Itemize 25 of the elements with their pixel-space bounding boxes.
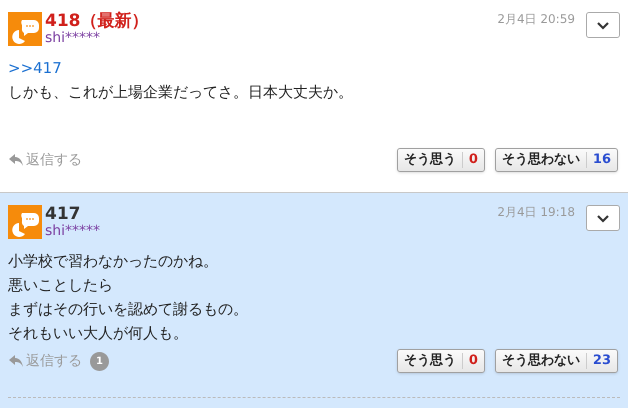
comment-number: 417 <box>45 205 82 223</box>
vote-button[interactable]: そう思う 0 <box>396 349 485 373</box>
username[interactable]: shi***** <box>45 30 148 46</box>
username[interactable]: shi***** <box>45 223 100 239</box>
reply-count-badge: 1 <box>90 352 109 370</box>
comment-text: 悪いことしたら <box>8 275 114 296</box>
chevron-down-icon <box>596 214 610 222</box>
comment-number: 418（最新） <box>45 12 148 30</box>
comment-text: 小学校で習わなかったのかね。 <box>8 251 219 272</box>
menu-dropdown-button[interactable] <box>586 205 620 231</box>
comment-text: それもいい大人が何人も。 <box>8 323 189 344</box>
chevron-down-icon <box>596 20 610 30</box>
post-date: 2月4日 19:18 <box>497 204 575 221</box>
post-date: 2月4日 20:59 <box>497 11 575 28</box>
reply-arrow-icon <box>8 153 24 167</box>
vote-button[interactable]: そう思わない 16 <box>494 148 618 172</box>
comment-text: しかも、これが上場企業だってさ。日本大丈夫か。 <box>8 82 354 103</box>
avatar-icon <box>8 205 42 239</box>
vote-button[interactable]: そう思う 0 <box>396 148 485 172</box>
reply-arrow-icon <box>8 354 24 368</box>
avatar-icon <box>8 12 42 46</box>
comment-text: まずはその行いを認めて謝るもの。 <box>8 299 249 320</box>
menu-dropdown-button[interactable] <box>586 12 620 38</box>
vote-button[interactable]: そう思わない 23 <box>494 349 618 373</box>
reply-anchor-link[interactable]: >>417 <box>8 59 62 77</box>
